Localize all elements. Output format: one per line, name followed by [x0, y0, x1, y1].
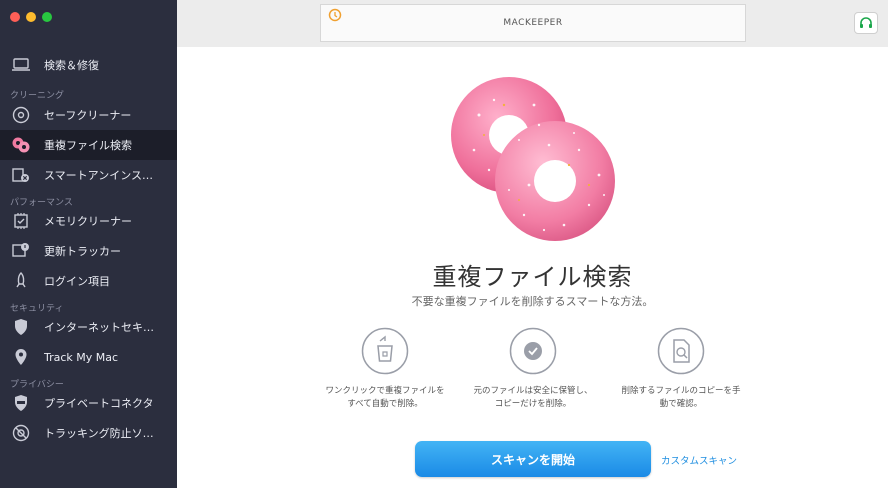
- checkmark-icon: [453, 327, 613, 375]
- feature-keep-originals: 元のファイルは安全に保管し、 コピーだけを削除。: [453, 327, 613, 411]
- minimize-window-button[interactable]: [26, 12, 36, 22]
- sidebar-item-label: 更新トラッカー: [44, 245, 121, 258]
- window-title-box: MACKEEPER: [320, 4, 746, 42]
- feature-text: ワンクリックで重複ファイルを すべて自動で削除。: [325, 386, 445, 409]
- sidebar-item-label: メモリクリーナー: [44, 215, 132, 228]
- feature-text: 元のファイルは安全に保管し、 コピーだけを削除。: [473, 386, 593, 409]
- zoom-window-button[interactable]: [42, 12, 52, 22]
- sidebar-item-label: トラッキング防止ソフト: [44, 427, 162, 440]
- feature-text: 削除するファイルのコピーを手 動で確認。: [621, 386, 741, 409]
- location-pin-icon: [10, 346, 32, 368]
- sidebar-item-label: Track My Mac: [44, 350, 119, 364]
- window-controls: [10, 12, 52, 22]
- history-icon[interactable]: [328, 8, 342, 25]
- sidebar-item-label: スマートアンインス…: [44, 169, 154, 182]
- custom-scan-link[interactable]: カスタムスキャン: [661, 453, 737, 467]
- trash-arrow-icon: [305, 327, 465, 375]
- sidebar-item-anti-tracking[interactable]: トラッキング防止ソフト: [0, 418, 177, 448]
- sidebar-item-label: セーフクリーナー: [44, 109, 132, 122]
- vpn-shield-icon: [10, 392, 32, 414]
- sidebar-item-smart-uninstaller[interactable]: スマートアンインス…: [0, 160, 177, 190]
- donuts-icon: [10, 134, 32, 156]
- sidebar-item-label: ログイン項目: [44, 275, 110, 288]
- window-title: MACKEEPER: [503, 18, 563, 28]
- feature-manual-review: 削除するファイルのコピーを手 動で確認。: [601, 327, 761, 411]
- file-search-icon: [601, 327, 761, 375]
- memory-chip-icon: [10, 210, 32, 232]
- toolbar: MACKEEPER: [177, 0, 888, 47]
- sidebar: 検索＆修復 クリーニング セーフクリーナー 重複ファイル検索 スマートアンインス…: [0, 0, 177, 488]
- sidebar-item-scan-repair[interactable]: 検索＆修復: [0, 50, 177, 80]
- support-button[interactable]: [854, 12, 878, 34]
- page-title: 重複ファイル検索: [432, 263, 633, 291]
- start-scan-button[interactable]: スキャンを開始: [415, 441, 651, 477]
- update-tracker-icon: [10, 240, 32, 262]
- sidebar-item-memory-cleaner[interactable]: メモリクリーナー: [0, 206, 177, 236]
- main-panel: 重複ファイル検索 不要な重複ファイルを削除するスマートな方法。 ワンクリックで重…: [177, 47, 888, 488]
- sidebar-item-label: インターネットセキュ…: [44, 321, 162, 334]
- sidebar-item-update-tracker[interactable]: 更新トラッカー: [0, 236, 177, 266]
- rocket-icon: [10, 270, 32, 292]
- close-window-button[interactable]: [10, 12, 20, 22]
- uninstall-icon: [10, 164, 32, 186]
- sidebar-item-track-my-mac[interactable]: Track My Mac: [0, 342, 177, 372]
- feature-auto-delete: ワンクリックで重複ファイルを すべて自動で削除。: [305, 327, 465, 411]
- duplicates-donuts-illustration: [451, 77, 615, 241]
- laptop-icon: [10, 54, 32, 76]
- sidebar-item-safe-cleanup[interactable]: セーフクリーナー: [0, 100, 177, 130]
- no-tracking-icon: [10, 422, 32, 444]
- sidebar-item-login-items[interactable]: ログイン項目: [0, 266, 177, 296]
- headset-icon: [859, 14, 873, 33]
- sidebar-item-label: 検索＆修復: [44, 59, 99, 72]
- page-subtitle: 不要な重複ファイルを削除するスマートな方法。: [411, 295, 654, 308]
- sidebar-item-label: 重複ファイル検索: [44, 139, 132, 152]
- sidebar-item-label: プライベートコネクタ: [44, 397, 154, 410]
- sidebar-item-private-connect[interactable]: プライベートコネクタ: [0, 388, 177, 418]
- sidebar-item-duplicates-finder[interactable]: 重複ファイル検索: [0, 130, 177, 160]
- disc-icon: [10, 104, 32, 126]
- shield-icon: [10, 316, 32, 338]
- sidebar-item-internet-security[interactable]: インターネットセキュ…: [0, 312, 177, 342]
